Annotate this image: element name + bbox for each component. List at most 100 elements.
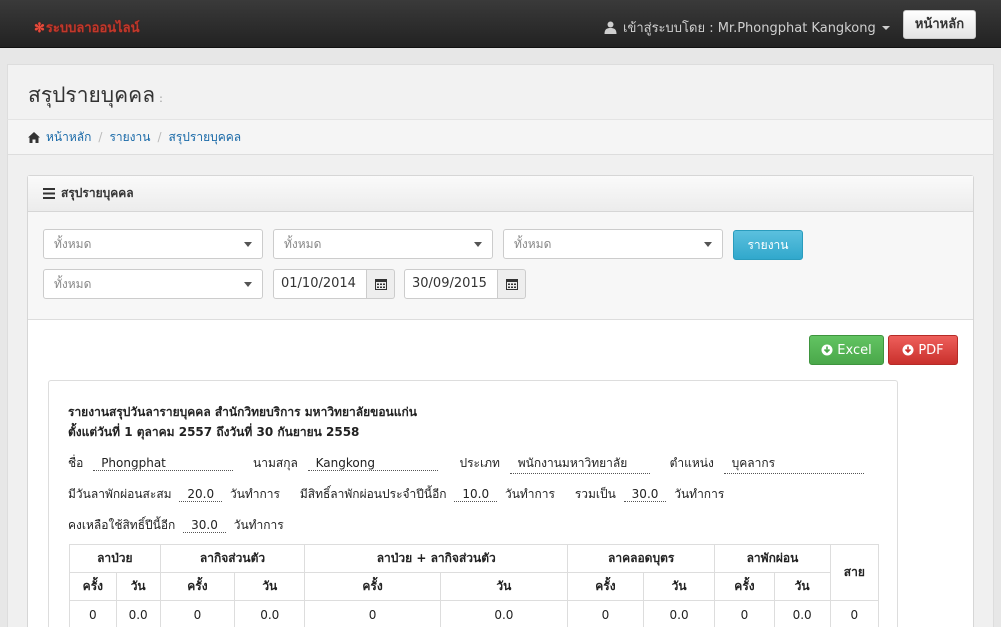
download-circle-icon: [821, 344, 833, 356]
page-title-suffix: :: [159, 92, 163, 105]
chevron-down-icon: [704, 242, 712, 247]
filter-select-2-value: ทั้งหมด: [284, 237, 322, 251]
top-navbar: ✻ระบบลาออนไลน์ เข้าสู่ระบบโดย : Mr.Phong…: [0, 0, 1001, 48]
breadcrumb: หน้าหลัก / รายงาน / สรุปรายบุคคล: [7, 119, 994, 155]
table-cell: 0: [829, 600, 880, 627]
last-name-label: นามสกุล: [253, 456, 298, 470]
home-button[interactable]: หน้าหลัก: [903, 10, 976, 39]
type-value: พนักงานมหาวิทยาลัย: [509, 454, 650, 474]
calendar-icon[interactable]: [498, 269, 526, 299]
entitled-label: มีสิทธิ์ลาพักผ่อนประจำปีนี้อีก: [299, 487, 447, 501]
home-icon: [28, 131, 40, 143]
table-cell: 0: [69, 600, 117, 627]
filter-select-2[interactable]: ทั้งหมด: [273, 229, 493, 259]
remaining-label: คงเหลือใช้สิทธิ์ปีนี้อีก: [68, 518, 176, 532]
user-menu[interactable]: เข้าสู่ระบบโดย : Mr.Phongphat Kangkong: [604, 17, 890, 38]
remaining-value: 30.0: [183, 518, 226, 533]
accum-unit: วันทำการ: [229, 487, 280, 501]
chevron-down-icon: [474, 242, 482, 247]
report-body: รายงานสรุปวันลารายบุคคล สำนักวิทยบริการ …: [48, 380, 898, 627]
table-subheader-row: ครั้ง วัน ครั้ง วัน ครั้ง วัน ครั้ง วัน …: [69, 572, 879, 601]
breadcrumb-home[interactable]: หน้าหลัก: [46, 128, 91, 147]
filter-form: ทั้งหมด ทั้งหมด ทั้งหมด รายงาน ทั้งหมด 0…: [28, 212, 973, 320]
table-cell: 0.0: [642, 600, 716, 627]
filter-select-1-value: ทั้งหมด: [54, 237, 92, 251]
first-name-label: ชื่อ: [68, 456, 84, 470]
table-cell: 0.0: [439, 600, 569, 627]
report-info-row-3: คงเหลือใช้สิทธิ์ปีนี้อีก 30.0 วันทำการ: [68, 516, 284, 535]
bars-icon: [43, 188, 55, 199]
table-cell: 0: [714, 600, 775, 627]
summary-panel: สรุปรายบุคคล ทั้งหมด ทั้งหมด ทั้งหมด ราย…: [27, 175, 974, 627]
brand-logo[interactable]: ✻ระบบลาออนไลน์: [34, 17, 140, 38]
date-from-field[interactable]: 01/10/2014: [273, 269, 395, 299]
entitled-value: 10.0: [454, 487, 498, 502]
brand-mark-icon: ✻: [34, 21, 45, 36]
table-cell: 0.0: [234, 600, 306, 627]
calendar-icon[interactable]: [367, 269, 395, 299]
table-subheader: วัน: [773, 572, 831, 601]
table-group-header: ลาป่วย: [69, 544, 161, 573]
type-label: ประเภท: [459, 456, 500, 470]
filter-select-3[interactable]: ทั้งหมด: [503, 229, 723, 259]
breadcrumb-report[interactable]: รายงาน: [109, 128, 150, 147]
report-info-row-2: มีวันลาพักผ่อนสะสม 20.0 วันทำการ มีสิทธิ…: [68, 485, 724, 504]
total-label: รวมเป็น: [574, 487, 616, 501]
table-cell: 0: [159, 600, 236, 627]
table-subheader: ครั้ง: [304, 572, 441, 601]
filter-select-3-value: ทั้งหมด: [514, 237, 552, 251]
pdf-export-label: PDF: [918, 342, 944, 358]
first-name-value: Phongphat: [93, 456, 234, 471]
remaining-unit: วันทำการ: [233, 518, 284, 532]
accum-label: มีวันลาพักผ่อนสะสม: [68, 487, 172, 501]
report-title: รายงานสรุปวันลารายบุคคล สำนักวิทยบริการ …: [68, 405, 417, 419]
table-subheader: ครั้ง: [69, 572, 117, 601]
date-to-field[interactable]: 30/09/2015: [404, 269, 526, 299]
leave-summary-table: ลาป่วย ลากิจส่วนตัว ลาป่วย + ลากิจส่วนตั…: [69, 544, 880, 627]
table-subheader: วัน: [115, 572, 161, 601]
user-menu-label: เข้าสู่ระบบโดย : Mr.Phongphat Kangkong: [623, 21, 876, 36]
excel-export-button[interactable]: Excel: [809, 335, 884, 365]
table-subheader: ครั้ง: [567, 572, 644, 601]
chevron-down-icon: [244, 242, 252, 247]
page-title-text: สรุปรายบุคคล: [28, 83, 156, 107]
table-group-header: ลาพักผ่อน: [714, 544, 831, 573]
last-name-value: Kangkong: [307, 456, 438, 471]
panel-heading-text: สรุปรายบุคคล: [61, 186, 134, 200]
breadcrumb-current[interactable]: สรุปรายบุคคล: [169, 128, 242, 147]
table-group-header: ลากิจส่วนตัว: [159, 544, 306, 573]
page-title: สรุปรายบุคคล:: [28, 79, 163, 112]
total-value: 30.0: [623, 487, 667, 502]
table-cell: 0.0: [773, 600, 831, 627]
filter-select-4-value: ทั้งหมด: [54, 277, 92, 291]
total-unit: วันทำการ: [674, 487, 725, 501]
table-group-header: ลาป่วย + ลากิจส่วนตัว: [304, 544, 569, 573]
caret-down-icon: [881, 25, 890, 30]
table-row: 0 0.0 0 0.0 0 0.0 0 0.0 0 0.0 0: [69, 600, 880, 627]
table-subheader: ครั้ง: [714, 572, 775, 601]
table-subheader: ครั้ง: [159, 572, 236, 601]
report-info-row-1: ชื่อ Phongphat นามสกุล Kangkong ประเภท พ…: [68, 454, 864, 474]
breadcrumb-separator: /: [98, 130, 103, 144]
date-to-input[interactable]: 30/09/2015: [404, 269, 498, 299]
table-subheader: วัน: [234, 572, 306, 601]
table-cell: 0: [567, 600, 644, 627]
breadcrumb-separator: /: [157, 130, 162, 144]
table-subheader: วัน: [642, 572, 716, 601]
table-header-row: ลาป่วย ลากิจส่วนตัว ลาป่วย + ลากิจส่วนตั…: [69, 544, 880, 601]
position-value: บุคลากร: [723, 454, 864, 474]
report-subtitle: ตั้งแต่วันที่ 1 ตุลาคม 2557 ถึงวันที่ 30…: [68, 425, 360, 439]
pdf-export-button[interactable]: PDF: [888, 335, 958, 365]
report-button[interactable]: รายงาน: [733, 230, 803, 260]
chevron-down-icon: [244, 282, 252, 287]
table-cell: 0.0: [115, 600, 161, 627]
download-circle-icon: [902, 344, 914, 356]
position-label: ตำแหน่ง: [669, 456, 714, 470]
filter-select-1[interactable]: ทั้งหมด: [43, 229, 263, 259]
date-from-input[interactable]: 01/10/2014: [273, 269, 367, 299]
table-group-header: ลาคลอดบุตร: [567, 544, 716, 573]
table-subheader: วัน: [439, 572, 569, 601]
filter-select-4[interactable]: ทั้งหมด: [43, 269, 263, 299]
accum-value: 20.0: [179, 487, 223, 502]
table-cell: 0: [304, 600, 441, 627]
